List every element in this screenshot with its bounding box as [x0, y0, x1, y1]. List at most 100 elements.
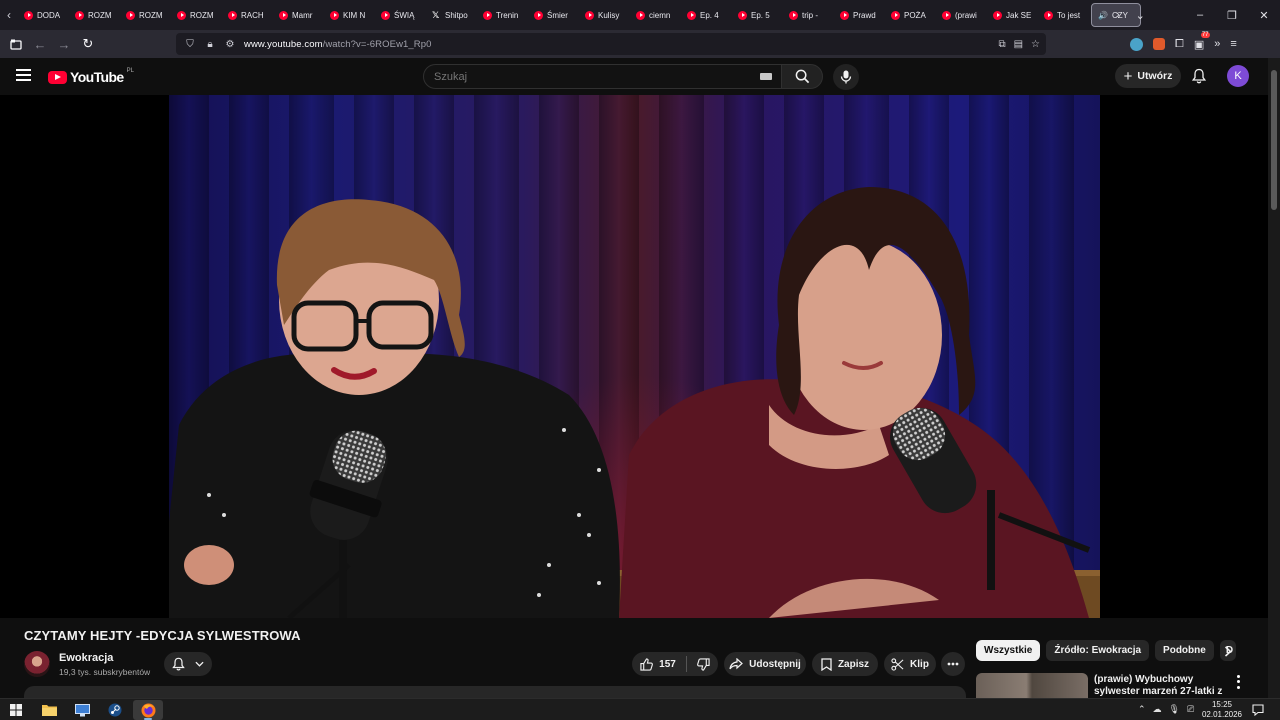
subscription-notification-button[interactable]	[164, 652, 212, 676]
video-frame[interactable]	[169, 95, 1100, 618]
taskbar-clock[interactable]: 15:25 02.01.2026	[1199, 700, 1245, 719]
dislike-button[interactable]	[696, 657, 710, 671]
privacy-extension-icon[interactable]	[1130, 37, 1143, 51]
x-icon: 𝕏	[432, 9, 440, 20]
tab-scroll-left-icon[interactable]: ‹	[0, 0, 18, 30]
permissions-icon[interactable]: ⚙	[224, 39, 236, 50]
voice-search-button[interactable]	[833, 64, 859, 90]
keyboard-icon[interactable]	[760, 73, 772, 80]
tracking-protection-icon[interactable]: ⛉	[184, 39, 196, 50]
forward-icon[interactable]: →	[52, 32, 76, 56]
recommendation-title[interactable]: (prawie) Wybuchowy sylwester marzeń 27-l…	[1094, 674, 1228, 698]
share-icon	[729, 658, 744, 670]
channel-avatar[interactable]	[24, 651, 50, 677]
tray-overflow-icon[interactable]: ⌃	[1138, 704, 1146, 715]
browser-tab[interactable]: ŚWIĄ	[375, 0, 426, 30]
browser-tab[interactable]: Jak SE	[987, 0, 1038, 30]
browser-tab[interactable]: ROZM	[171, 0, 222, 30]
page-scrollbar[interactable]	[1268, 58, 1280, 698]
back-icon[interactable]: ←	[28, 32, 52, 56]
more-actions-button[interactable]	[941, 652, 965, 676]
create-button[interactable]: + Utwórz	[1115, 64, 1181, 88]
notification-extension-icon[interactable]: ▣ 77	[1194, 31, 1210, 51]
save-button[interactable]: Zapisz	[812, 652, 878, 676]
browser-tab[interactable]: KIM N	[324, 0, 375, 30]
filter-chip[interactable]: Podobne	[1155, 640, 1214, 661]
youtube-logo[interactable]: YouTube PL	[48, 68, 134, 85]
video-player[interactable]	[0, 95, 1268, 618]
search-input[interactable]	[434, 70, 734, 83]
notification-center-icon[interactable]	[1252, 703, 1264, 717]
youtube-icon	[279, 10, 288, 20]
network-icon[interactable]: ⎚	[1187, 704, 1194, 715]
browser-tab[interactable]: (prawi	[936, 0, 987, 30]
list-all-tabs-icon[interactable]: ⌄	[1136, 9, 1145, 22]
picture-in-picture-icon[interactable]: ⧉	[998, 39, 1005, 50]
browser-tab[interactable]: trip -	[783, 0, 834, 30]
recommendation-thumbnail[interactable]	[976, 673, 1088, 698]
file-explorer-taskbar-app[interactable]	[34, 700, 64, 720]
browser-tab[interactable]: 𝕏 Shitpo	[426, 0, 477, 30]
browser-tab[interactable]: ROZM	[69, 0, 120, 30]
browser-tab[interactable]: To jest	[1038, 0, 1089, 30]
description-box[interactable]	[24, 686, 966, 698]
tab-scroll-right-icon[interactable]: ›	[1116, 9, 1120, 21]
chips-next-button[interactable]	[1219, 641, 1237, 661]
like-button[interactable]: 157	[640, 657, 676, 671]
browser-tab[interactable]: ROZM	[120, 0, 171, 30]
clip-button[interactable]: Klip	[884, 652, 936, 676]
start-button[interactable]	[1, 700, 31, 720]
browser-tab[interactable]: Prawd	[834, 0, 885, 30]
reload-icon[interactable]: ↻	[76, 32, 100, 56]
filter-chip[interactable]: Źródło: Ewokracja	[1046, 640, 1150, 661]
steam-taskbar-app[interactable]	[100, 700, 130, 720]
browser-tab[interactable]: Trenin	[477, 0, 528, 30]
restore-icon[interactable]: ❐	[1216, 0, 1248, 30]
overflow-chevron-icon[interactable]: »	[1214, 38, 1220, 50]
browser-tab[interactable]: Ep. 4	[681, 0, 732, 30]
search-box[interactable]	[423, 64, 783, 89]
browser-tab[interactable]: RACH	[222, 0, 273, 30]
filter-chip[interactable]: Wszystkie	[976, 640, 1041, 661]
account-avatar[interactable]: K	[1227, 65, 1249, 87]
browser-tab[interactable]: DODA	[18, 0, 69, 30]
share-button[interactable]: Udostępnij	[724, 652, 806, 676]
browser-tab[interactable]: Mamr	[273, 0, 324, 30]
notifications-button[interactable]	[1190, 67, 1208, 85]
channel-name[interactable]: Ewokracja	[59, 652, 113, 664]
search-button[interactable]	[781, 64, 823, 89]
clock-date: 02.01.2026	[1201, 709, 1243, 719]
window-controls: – ❐ ✕	[1184, 0, 1280, 30]
recommendation-menu-icon[interactable]	[1232, 674, 1244, 690]
browser-tab[interactable]: Ep. 5	[732, 0, 783, 30]
bookmark-icon	[821, 657, 832, 671]
url-text[interactable]: www.youtube.com/watch?v=-6ROEw1_Rp0	[244, 39, 432, 50]
cloud-sync-icon[interactable]: ☁	[1153, 704, 1162, 715]
browser-tab[interactable]: Śmier	[528, 0, 579, 30]
speaker-icon[interactable]: 🔊	[1098, 11, 1108, 20]
reader-view-icon[interactable]: ▤	[1014, 39, 1023, 50]
firefox-taskbar-app[interactable]	[133, 700, 163, 720]
extensions-puzzle-icon[interactable]: ⧠	[1175, 38, 1184, 51]
browser-tab[interactable]: Kulisy	[579, 0, 630, 30]
system-tray: ⌃ ☁ 🎙︎ ⎚	[1138, 699, 1194, 720]
lock-icon[interactable]: 🔒︎	[204, 39, 216, 50]
bookmark-star-icon[interactable]: ☆	[1031, 39, 1040, 50]
browser-tab[interactable]: ciemn	[630, 0, 681, 30]
browser-tab-label: Jak SE	[1006, 10, 1032, 20]
url-bar[interactable]: ⛉ 🔒︎ ⚙ www.youtube.com/watch?v=-6ROEw1_R…	[176, 33, 1046, 55]
computer-taskbar-app[interactable]	[67, 700, 97, 720]
share-label: Udostępnij	[749, 658, 801, 670]
microphone-tray-icon[interactable]: 🎙︎	[1169, 704, 1180, 715]
video-title: CZYTAMY HEJTY -EDYCJA SYLWESTROWA	[24, 628, 301, 643]
subscriber-count: 19,3 tys. subskrybentów	[59, 667, 151, 677]
app-menu-icon[interactable]: ≡	[1230, 38, 1236, 50]
like-divider	[685, 656, 687, 672]
close-icon[interactable]: ✕	[1248, 0, 1280, 30]
minimize-icon[interactable]: –	[1184, 0, 1216, 30]
firefox-view-icon[interactable]	[4, 32, 28, 56]
guide-menu-icon[interactable]	[16, 69, 31, 81]
scrollbar-thumb[interactable]	[1271, 70, 1277, 210]
browser-tab[interactable]: POŻA	[885, 0, 936, 30]
extension-icon[interactable]	[1153, 38, 1165, 50]
